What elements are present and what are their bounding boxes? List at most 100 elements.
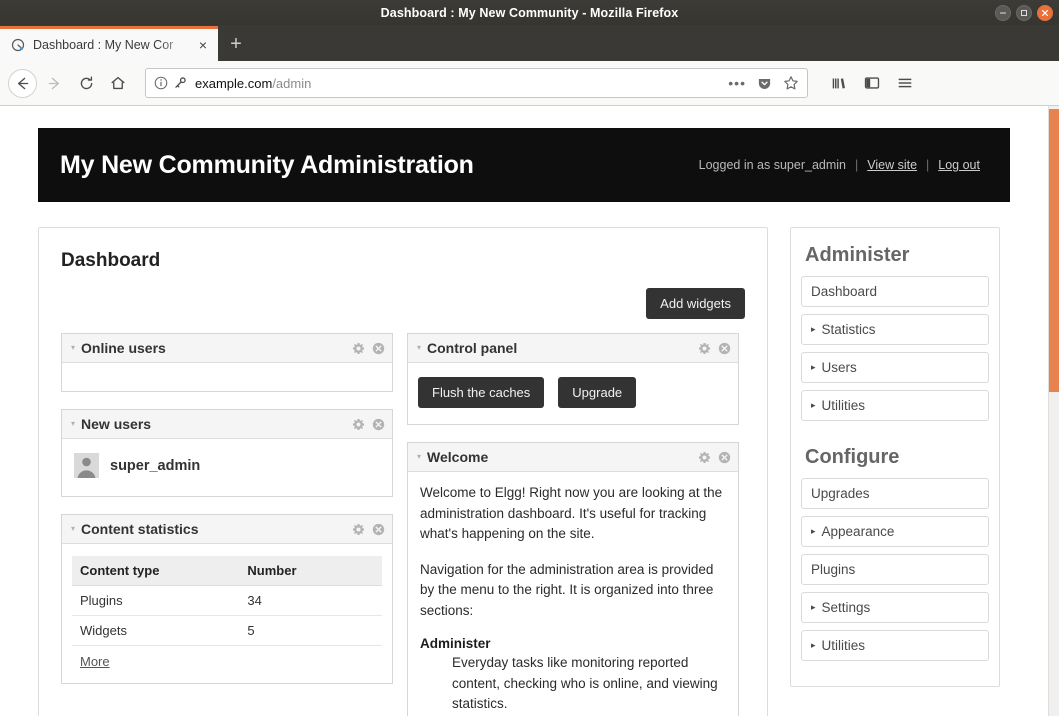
scrollbar-thumb[interactable] <box>1049 109 1059 392</box>
widget-content-statistics: ▾ Content statistics Content type Number… <box>61 514 393 684</box>
home-button[interactable] <box>103 68 133 98</box>
collapse-triangle-icon[interactable]: ▾ <box>71 420 75 428</box>
menu-icon[interactable] <box>890 68 920 98</box>
sidebar-item-label: Upgrades <box>811 486 870 501</box>
back-button[interactable] <box>8 68 37 98</box>
sidebar-item-label: Utilities <box>821 638 866 653</box>
reload-button[interactable] <box>71 68 101 98</box>
gear-icon[interactable] <box>352 342 365 355</box>
gear-icon[interactable] <box>698 451 711 464</box>
sidebar-item-settings[interactable]: ▸ Settings <box>801 592 989 623</box>
column-header-number: Number <box>239 556 382 586</box>
close-widget-icon[interactable] <box>718 451 731 464</box>
web-page: My New Community Administration Logged i… <box>0 106 1048 716</box>
log-out-link[interactable]: Log out <box>938 158 980 172</box>
avatar[interactable] <box>74 453 99 478</box>
widget-title: New users <box>81 416 152 432</box>
window-controls <box>995 0 1053 25</box>
sidebar-item-upgrades[interactable]: Upgrades <box>801 478 989 509</box>
gear-icon[interactable] <box>352 523 365 536</box>
minimize-icon <box>1000 12 1006 13</box>
widget-online-users: ▾ Online users <box>61 333 393 392</box>
list-item[interactable]: super_admin <box>72 451 382 484</box>
widget-title: Control panel <box>427 340 518 356</box>
view-site-link[interactable]: View site <box>867 158 917 172</box>
close-button[interactable] <box>1037 4 1053 21</box>
more-link[interactable]: More <box>72 646 382 671</box>
home-icon <box>111 76 125 90</box>
widget-columns: ▾ Online users ▾ New users super_admin ▾… <box>61 333 745 716</box>
navigation-toolbar: example.com/admin ••• <box>0 61 1059 106</box>
forward-button[interactable] <box>39 68 69 98</box>
tab-close-button[interactable]: × <box>194 36 212 54</box>
maximize-button[interactable] <box>1016 4 1032 21</box>
collapse-triangle-icon[interactable]: ▾ <box>417 344 421 352</box>
admin-sidebar: Administer Dashboard ▸ Statistics ▸ User… <box>790 227 1000 687</box>
add-widgets-row: Add widgets <box>61 288 745 319</box>
user-name[interactable]: super_admin <box>110 458 200 474</box>
widget-column-left: ▾ Online users ▾ New users super_admin ▾… <box>61 333 393 701</box>
admin-body: Dashboard Add widgets ▾ Online users ▾ N… <box>38 202 1010 716</box>
chevron-right-icon: ▸ <box>811 602 816 612</box>
bookmark-star-icon[interactable] <box>783 75 799 91</box>
url-bar[interactable]: example.com/admin ••• <box>145 68 808 98</box>
widget-header: ▾ Content statistics <box>62 515 392 544</box>
sidebar-item-plugins[interactable]: Plugins <box>801 554 989 585</box>
minimize-button[interactable] <box>995 4 1011 21</box>
content-statistics-table: Content type Number Plugins 34 Widgets 5 <box>72 556 382 646</box>
chevron-right-icon: ▸ <box>811 526 816 536</box>
logged-in-label: Logged in as super_admin <box>698 158 846 172</box>
sidebar-item-label: Appearance <box>821 524 895 539</box>
dashboard-panel: Dashboard Add widgets ▾ Online users ▾ N… <box>38 227 768 716</box>
sidebar-item-statistics[interactable]: ▸ Statistics <box>801 314 989 345</box>
chevron-right-icon: ▸ <box>811 362 816 372</box>
reload-icon <box>80 75 92 89</box>
sidebar-item-appearance[interactable]: ▸ Appearance <box>801 516 989 547</box>
page-scrollbar[interactable] <box>1048 106 1059 716</box>
cell-content-type: Widgets <box>72 615 240 646</box>
close-widget-icon[interactable] <box>372 342 385 355</box>
widget-control-panel: ▾ Control panel Flush the caches Upgrade <box>407 333 739 425</box>
widget-body-new-users: super_admin <box>62 439 392 496</box>
sidebar-item-label: Utilities <box>821 398 866 413</box>
chevron-right-icon: ▸ <box>811 640 816 650</box>
chevron-right-icon: ▸ <box>811 400 816 410</box>
tab-title: Dashboard : My New Cor <box>33 38 174 52</box>
sidebar-item-utilities-administer[interactable]: ▸ Utilities <box>801 390 989 421</box>
widget-title: Welcome <box>427 449 489 465</box>
page-info-icon[interactable] <box>154 76 168 90</box>
sidebar-item-label: Users <box>821 360 857 375</box>
page-title: Dashboard <box>61 250 161 271</box>
browser-toolbar-actions <box>816 68 920 98</box>
collapse-triangle-icon[interactable]: ▾ <box>71 525 75 533</box>
sidebar-icon[interactable] <box>857 68 887 98</box>
widget-header: ▾ New users <box>62 410 392 439</box>
close-widget-icon[interactable] <box>372 523 385 536</box>
new-tab-button[interactable]: + <box>218 26 254 61</box>
flush-caches-button[interactable]: Flush the caches <box>418 377 545 408</box>
browser-tab-dashboard[interactable]: Dashboard : My New Cor × <box>0 26 218 61</box>
collapse-triangle-icon[interactable]: ▾ <box>417 453 421 461</box>
pocket-icon[interactable] <box>757 76 772 91</box>
cell-number: 34 <box>239 585 382 616</box>
collapse-triangle-icon[interactable]: ▾ <box>71 344 75 352</box>
close-widget-icon[interactable] <box>718 342 731 355</box>
sidebar-item-utilities-configure[interactable]: ▸ Utilities <box>801 630 989 661</box>
elgg-admin-wrapper: My New Community Administration Logged i… <box>0 106 1048 716</box>
column-header-content-type: Content type <box>72 556 240 586</box>
key-icon[interactable] <box>173 76 187 90</box>
table-header-row: Content type Number <box>72 556 382 586</box>
add-widgets-button[interactable]: Add widgets <box>646 288 745 319</box>
gear-icon[interactable] <box>698 342 711 355</box>
library-icon[interactable] <box>824 68 854 98</box>
sidebar-heading-administer: Administer <box>805 244 910 266</box>
sidebar-item-dashboard[interactable]: Dashboard <box>801 276 989 307</box>
page-actions-icon[interactable]: ••• <box>728 75 746 90</box>
maximize-icon <box>1021 9 1027 16</box>
admin-user-bar: Logged in as super_admin | View site | L… <box>699 158 988 172</box>
url-host: example.com <box>195 75 273 91</box>
sidebar-item-users[interactable]: ▸ Users <box>801 352 989 383</box>
gear-icon[interactable] <box>352 418 365 431</box>
close-widget-icon[interactable] <box>372 418 385 431</box>
upgrade-button[interactable]: Upgrade <box>558 377 637 408</box>
